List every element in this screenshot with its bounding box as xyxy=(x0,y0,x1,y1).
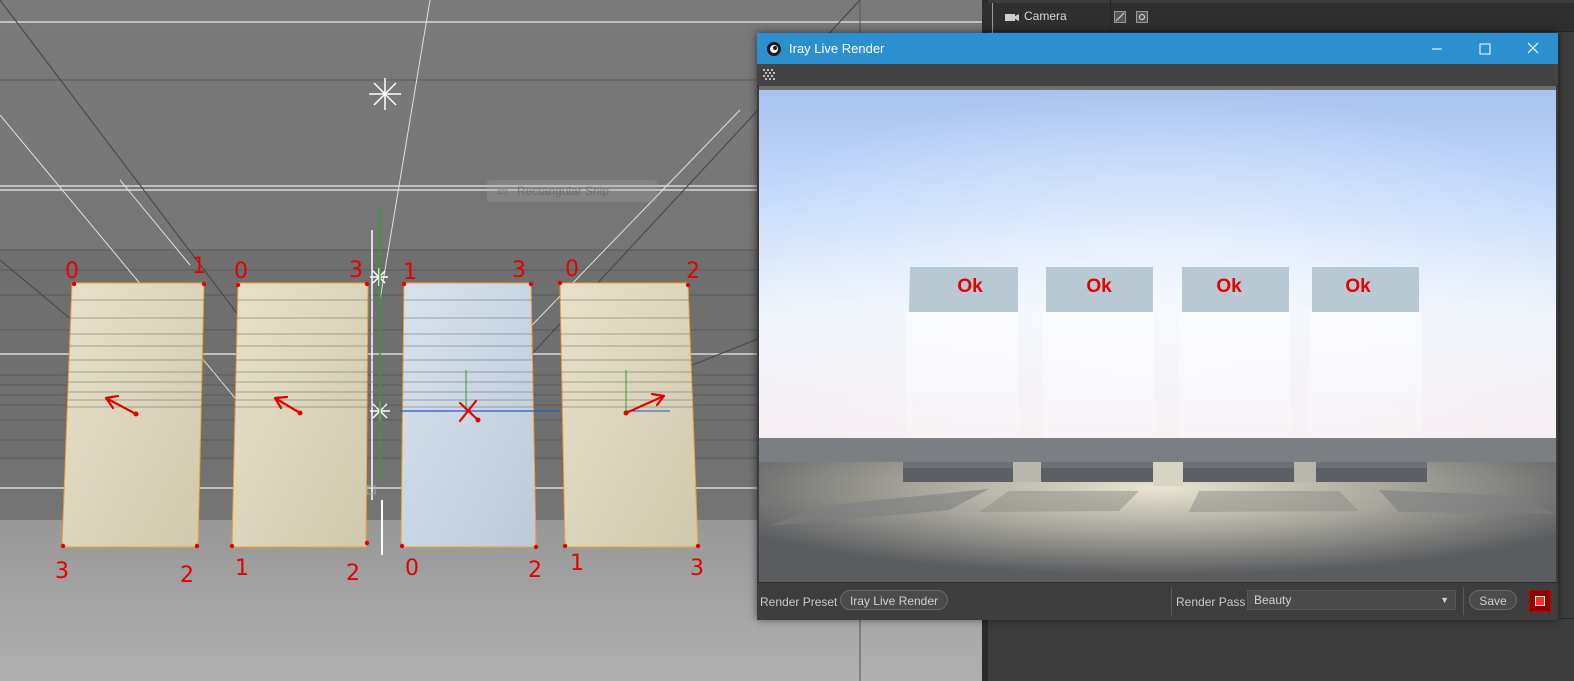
minimize-button[interactable] xyxy=(1414,33,1460,64)
tag-icon[interactable] xyxy=(1114,11,1126,23)
render-bottom-bar: Render Preset Iray Live Render Render Pa… xyxy=(757,582,1558,620)
snip-icon: ▭ xyxy=(497,184,509,198)
ok-label: Ok xyxy=(1216,276,1242,297)
camera-icon xyxy=(1005,14,1019,21)
ok-label: Ok xyxy=(1345,276,1371,297)
ok-label: Ok xyxy=(957,276,983,297)
window-titlebar[interactable]: Iray Live Render xyxy=(757,33,1558,64)
render-preset-label: Render Preset xyxy=(760,595,838,609)
vertex-label: 3 xyxy=(55,559,69,584)
render-preview[interactable]: Ok Ok Ok Ok xyxy=(759,86,1556,582)
vertex-label: 1 xyxy=(403,260,417,285)
plane-panel-4[interactable] xyxy=(559,282,699,548)
vertex-label: 1 xyxy=(192,254,206,279)
vertex-label: 0 xyxy=(405,556,419,581)
vertex-label: 2 xyxy=(686,259,700,284)
render-image xyxy=(759,86,1556,582)
vertex-label: 0 xyxy=(234,259,248,284)
object-row-camera[interactable]: Camera xyxy=(982,3,1574,39)
vertex-label: 0 xyxy=(565,257,579,282)
window-title: Iray Live Render xyxy=(789,41,885,56)
render-pass-label: Render Pass xyxy=(1176,595,1246,609)
iray-live-render-window[interactable]: Iray Live Render Ok Ok Ok Ok Render Pres… xyxy=(757,33,1558,620)
vertex-label: 3 xyxy=(349,258,363,283)
vertex-label: 0 xyxy=(65,259,79,284)
vertex-label: 1 xyxy=(235,556,249,581)
plane-panel-3[interactable] xyxy=(400,282,537,548)
snip-tooltip: ▭ Rectangular Snip xyxy=(487,180,657,202)
ok-label: Ok xyxy=(1086,276,1112,297)
minimize-icon xyxy=(1432,48,1442,50)
render-pass-value: Beauty xyxy=(1254,593,1292,607)
vertex-label: 1 xyxy=(570,551,584,576)
vertex-label: 3 xyxy=(512,258,526,283)
maximize-button[interactable] xyxy=(1462,33,1508,64)
vertex-label: 2 xyxy=(346,561,360,586)
vertex-label: 3 xyxy=(690,556,704,581)
snip-tooltip-text: Rectangular Snip xyxy=(517,184,610,198)
vertex-label: 2 xyxy=(180,563,194,588)
target-icon[interactable] xyxy=(1136,11,1148,23)
save-button[interactable]: Save xyxy=(1469,590,1517,610)
render-pass-dropdown[interactable]: Beauty ▼ xyxy=(1247,590,1456,610)
render-toolbar xyxy=(757,64,1558,87)
plane-panel-1[interactable] xyxy=(61,282,205,548)
close-icon xyxy=(1527,42,1539,54)
vertex-label: 2 xyxy=(528,558,542,583)
grid-menu-icon[interactable] xyxy=(763,69,776,82)
object-name-camera[interactable]: Camera xyxy=(1024,9,1067,23)
cinema4d-logo-icon xyxy=(767,42,781,56)
stop-icon xyxy=(1535,596,1545,606)
render-preset-button[interactable]: Iray Live Render xyxy=(840,590,948,610)
close-button[interactable] xyxy=(1510,33,1556,64)
chevron-down-icon: ▼ xyxy=(1440,595,1449,605)
toolbar-separator xyxy=(1171,587,1172,615)
maximize-icon xyxy=(1479,43,1491,55)
toolbar-separator xyxy=(1463,587,1464,615)
stop-render-button[interactable] xyxy=(1529,590,1551,612)
